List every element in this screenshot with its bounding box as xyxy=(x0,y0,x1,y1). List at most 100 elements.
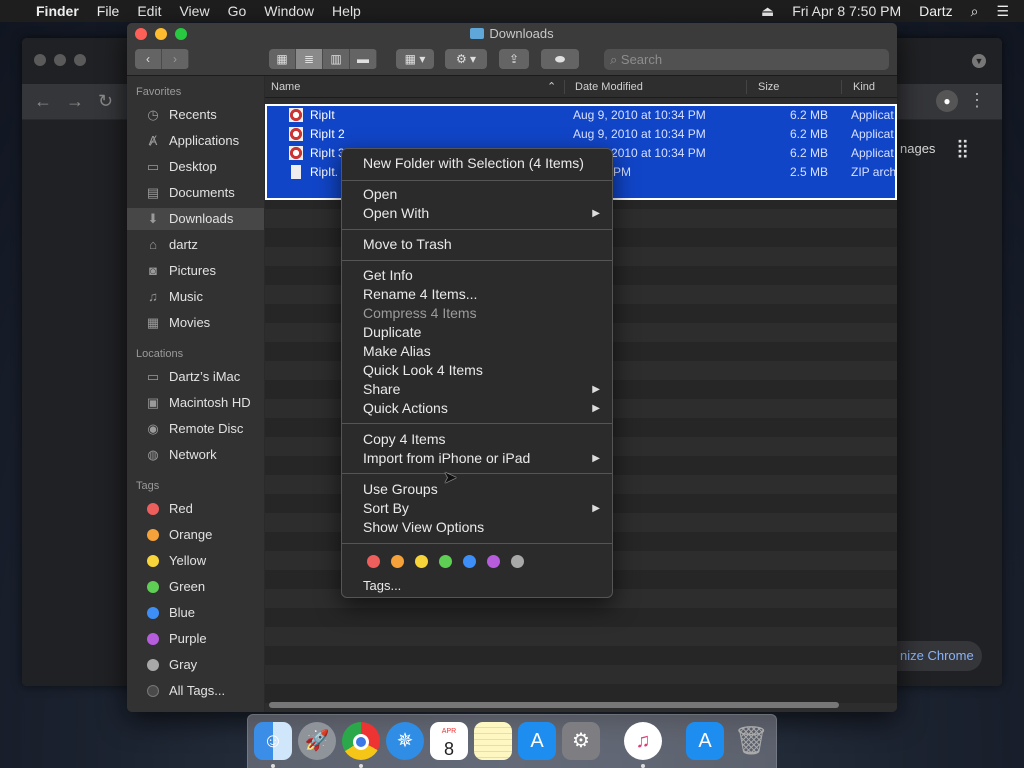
eject-icon[interactable]: ⏏ xyxy=(752,3,783,20)
sidebar-item-macintosh-hd[interactable]: ▣ Macintosh HD xyxy=(127,392,264,414)
list-view-icon[interactable]: ≣ xyxy=(296,49,323,69)
menu-clock[interactable]: Fri Apr 8 7:50 PM xyxy=(783,3,910,19)
sidebar-item-recents[interactable]: ◷ Recents xyxy=(127,104,264,126)
tag-color-purple[interactable] xyxy=(487,555,500,568)
action-gear-button[interactable]: ⚙ ▾ xyxy=(445,49,487,69)
chrome-profile-icon[interactable]: ● xyxy=(936,90,958,112)
sidebar-item-applications[interactable]: Ⱥ Applications xyxy=(127,130,264,152)
sidebar-tag-purple[interactable]: Purple xyxy=(127,628,264,650)
chrome-minimize-button[interactable] xyxy=(54,54,66,66)
system-preferences-icon[interactable]: ⚙ xyxy=(562,722,600,760)
menu-item-rename[interactable]: Rename 4 Items... xyxy=(363,285,477,304)
sort-ascending-icon[interactable]: ⌃ xyxy=(547,76,556,98)
chrome-zoom-button[interactable] xyxy=(74,54,86,66)
column-view-icon[interactable]: ▥ xyxy=(323,49,350,69)
sidebar-item-imac[interactable]: ▭ Dartz’s iMac xyxy=(127,366,264,388)
menu-item-copy[interactable]: Copy 4 Items xyxy=(363,430,445,449)
sidebar-item-music[interactable]: ♫ Music xyxy=(127,286,264,308)
column-kind[interactable]: Kind xyxy=(853,76,875,98)
chrome-menu-icon[interactable]: ⋮ xyxy=(968,90,986,111)
zoom-button[interactable] xyxy=(175,28,187,40)
menu-item-quick-look[interactable]: Quick Look 4 Items xyxy=(363,361,483,380)
menu-go[interactable]: Go xyxy=(219,3,256,19)
menu-view[interactable]: View xyxy=(170,3,218,19)
safari-icon[interactable]: ✵ xyxy=(386,722,424,760)
table-row[interactable]: RipIt 2 Aug 9, 2010 at 10:34 PM 6.2 MB A… xyxy=(267,125,895,144)
search-field[interactable]: ⌕ Search xyxy=(604,49,889,70)
sidebar-tag-green[interactable]: Green xyxy=(127,576,264,598)
chrome-apps-grid-icon[interactable]: ⣿ xyxy=(956,138,969,159)
itunes-icon[interactable]: ♫ xyxy=(624,722,662,760)
menu-item-make-alias[interactable]: Make Alias xyxy=(363,342,431,361)
sidebar-item-home[interactable]: ⌂ dartz xyxy=(127,234,264,256)
chrome-icon[interactable] xyxy=(342,722,380,760)
menu-user[interactable]: Dartz xyxy=(910,3,961,19)
sidebar-item-network[interactable]: ◍ Network xyxy=(127,444,264,466)
chrome-back-icon[interactable]: ← xyxy=(34,91,52,112)
tag-color-orange[interactable] xyxy=(391,555,404,568)
menu-item-tags[interactable]: Tags... xyxy=(363,576,401,595)
sidebar-item-desktop[interactable]: ▭ Desktop xyxy=(127,156,264,178)
menu-file[interactable]: File xyxy=(88,3,129,19)
app-store-2-icon[interactable]: A xyxy=(686,722,724,760)
share-icon[interactable]: ⇪ xyxy=(499,49,529,69)
column-name[interactable]: Name xyxy=(271,76,300,98)
menu-item-open-with[interactable]: Open With xyxy=(363,204,429,223)
menu-app-name[interactable]: Finder xyxy=(27,3,88,19)
notification-center-icon[interactable]: ☰ xyxy=(987,3,1018,20)
menu-item-get-info[interactable]: Get Info xyxy=(363,266,413,285)
sidebar-item-documents[interactable]: ▤ Documents xyxy=(127,182,264,204)
back-button[interactable]: ‹ xyxy=(135,49,162,69)
sidebar-item-pictures[interactable]: ◙ Pictures xyxy=(127,260,264,282)
column-size[interactable]: Size xyxy=(758,76,779,98)
close-button[interactable] xyxy=(135,28,147,40)
app-store-icon[interactable]: A xyxy=(518,722,556,760)
chrome-reload-icon[interactable]: ↻ xyxy=(98,91,113,112)
menu-item-duplicate[interactable]: Duplicate xyxy=(363,323,421,342)
sidebar-item-remote-disc[interactable]: ◉ Remote Disc xyxy=(127,418,264,440)
calendar-icon[interactable]: APR 8 xyxy=(430,722,468,760)
table-row[interactable]: RipIt Aug 9, 2010 at 10:34 PM 6.2 MB App… xyxy=(267,106,895,125)
menu-item-open[interactable]: Open xyxy=(363,185,397,204)
tag-color-red[interactable] xyxy=(367,555,380,568)
icon-view-icon[interactable]: ▦ xyxy=(269,49,296,69)
minimize-button[interactable] xyxy=(155,28,167,40)
sidebar-item-movies[interactable]: ▦ Movies xyxy=(127,312,264,334)
chrome-tab-search-icon[interactable]: ▼ xyxy=(972,54,986,68)
sidebar-tag-gray[interactable]: Gray xyxy=(127,654,264,676)
trash-icon[interactable]: 🗑 xyxy=(732,722,770,760)
column-date-modified[interactable]: Date Modified xyxy=(575,76,643,98)
sidebar-tag-red[interactable]: Red xyxy=(127,498,264,520)
gallery-view-icon[interactable]: ▬ xyxy=(350,49,377,69)
sidebar-all-tags[interactable]: All Tags... xyxy=(127,680,264,702)
sidebar-tag-blue[interactable]: Blue xyxy=(127,602,264,624)
menu-help[interactable]: Help xyxy=(323,3,370,19)
launchpad-icon[interactable]: 🚀 xyxy=(298,722,336,760)
menu-edit[interactable]: Edit xyxy=(128,3,170,19)
menu-window[interactable]: Window xyxy=(255,3,323,19)
horizontal-scrollbar[interactable] xyxy=(269,702,839,708)
notes-icon[interactable] xyxy=(474,722,512,760)
tags-button-icon[interactable]: ⬬ xyxy=(541,49,579,69)
sidebar-tag-orange[interactable]: Orange xyxy=(127,524,264,546)
group-by-button[interactable]: ▦ ▾ xyxy=(396,49,434,69)
chrome-images-link[interactable]: nages xyxy=(900,141,935,156)
tag-color-yellow[interactable] xyxy=(415,555,428,568)
chrome-forward-icon[interactable]: → xyxy=(66,91,84,112)
sidebar-item-downloads[interactable]: ⬇ Downloads xyxy=(127,208,264,230)
chrome-close-button[interactable] xyxy=(34,54,46,66)
menu-item-quick-actions[interactable]: Quick Actions xyxy=(363,399,448,418)
menu-item-new-folder-with-selection[interactable]: New Folder with Selection (4 Items) xyxy=(363,154,584,173)
tag-color-gray[interactable] xyxy=(511,555,524,568)
menu-item-move-to-trash[interactable]: Move to Trash xyxy=(363,235,452,254)
menu-item-sort-by[interactable]: Sort By xyxy=(363,499,409,518)
tag-color-green[interactable] xyxy=(439,555,452,568)
menu-item-show-view-options[interactable]: Show View Options xyxy=(363,518,484,537)
tag-color-blue[interactable] xyxy=(463,555,476,568)
menu-item-import-from-iphone[interactable]: Import from iPhone or iPad xyxy=(363,449,530,468)
menu-item-share[interactable]: Share xyxy=(363,380,400,399)
forward-button[interactable]: › xyxy=(162,49,189,69)
finder-icon[interactable]: ☺ xyxy=(254,722,292,760)
sidebar-tag-yellow[interactable]: Yellow xyxy=(127,550,264,572)
menu-item-use-groups[interactable]: Use Groups xyxy=(363,480,438,499)
